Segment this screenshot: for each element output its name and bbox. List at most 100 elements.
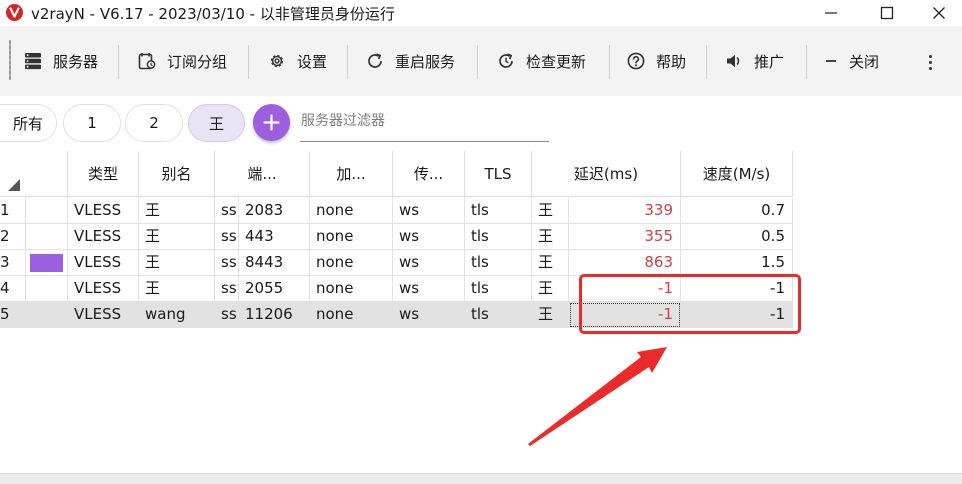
minus-icon bbox=[826, 60, 836, 62]
minimize-icon bbox=[825, 12, 837, 14]
status-bar bbox=[0, 473, 962, 484]
close-icon bbox=[933, 7, 945, 19]
promote-button[interactable]: 推广 bbox=[725, 38, 784, 84]
cell-transport: ws bbox=[393, 198, 465, 224]
cell-tls: tls bbox=[465, 198, 532, 224]
cell-ss: ss bbox=[215, 198, 239, 224]
cell-sub: 王 bbox=[532, 198, 569, 224]
cell-encryption: none bbox=[310, 198, 393, 224]
title-bar: v2rayN - V6.17 - 2023/03/10 - 以非管理员身份运行 bbox=[0, 0, 962, 26]
settings-menu-label: 设置 bbox=[297, 52, 328, 71]
column-header-tls[interactable]: TLS bbox=[465, 151, 532, 197]
cell-port: 2055 bbox=[239, 276, 310, 302]
column-header-port[interactable]: 端... bbox=[215, 151, 310, 197]
maximize-button[interactable] bbox=[864, 0, 910, 26]
column-header-alias[interactable]: 别名 bbox=[139, 151, 215, 197]
promote-label: 推广 bbox=[754, 52, 785, 71]
cell-color bbox=[26, 224, 68, 250]
toolbar: 服务器 订阅分组 设置 重启服务 检查更新 帮助 推广 关闭 bbox=[0, 26, 962, 96]
cell-speed: 0.5 bbox=[681, 224, 793, 250]
subscription-icon bbox=[138, 53, 156, 70]
cell-latency: 355 bbox=[569, 224, 681, 250]
cell-alias: 王 bbox=[139, 198, 215, 224]
cell-alias: 王 bbox=[139, 250, 215, 276]
restart-service-button[interactable]: 重启服务 bbox=[366, 38, 455, 84]
cell-color bbox=[26, 302, 68, 328]
cell-speed: 1.5 bbox=[681, 250, 793, 276]
cell-transport: ws bbox=[393, 276, 465, 302]
column-header-type[interactable]: 类型 bbox=[68, 151, 139, 197]
v2rayn-logo-icon bbox=[6, 4, 23, 21]
server-filter-input[interactable] bbox=[300, 100, 549, 142]
cell-type: VLESS bbox=[68, 250, 139, 276]
refresh-icon bbox=[368, 53, 382, 68]
cell-type: VLESS bbox=[68, 224, 139, 250]
close-menu-button[interactable]: 关闭 bbox=[824, 38, 879, 84]
cell-transport: ws bbox=[393, 250, 465, 276]
cell-port: 443 bbox=[239, 224, 310, 250]
toolbar-grip[interactable] bbox=[9, 40, 11, 80]
server-icon bbox=[25, 53, 41, 70]
settings-menu-button[interactable]: 设置 bbox=[268, 38, 327, 84]
cell-tls: tls bbox=[465, 224, 532, 250]
group-chip-1[interactable]: 1 bbox=[63, 104, 121, 142]
cell-color bbox=[26, 276, 68, 302]
plus-icon bbox=[263, 114, 280, 131]
more-options-icon[interactable] bbox=[924, 53, 936, 73]
column-header-speed[interactable]: 速度(M/s) bbox=[681, 151, 793, 197]
subscriptions-menu-button[interactable]: 订阅分组 bbox=[138, 38, 227, 84]
server-color-swatch bbox=[30, 254, 63, 272]
servers-menu-button[interactable]: 服务器 bbox=[24, 38, 98, 84]
cell-latency: 863 bbox=[569, 250, 681, 276]
update-icon bbox=[499, 53, 513, 68]
cell-speed: 0.7 bbox=[681, 198, 793, 224]
cell-no: 5 bbox=[0, 302, 26, 328]
add-group-button[interactable] bbox=[253, 104, 290, 141]
sort-corner-icon[interactable] bbox=[8, 179, 20, 191]
annotation-highlight-box bbox=[579, 274, 801, 334]
gear-icon bbox=[270, 54, 284, 68]
cell-type: VLESS bbox=[68, 302, 139, 328]
cell-encryption: none bbox=[310, 224, 393, 250]
cell-port: 8443 bbox=[239, 250, 310, 276]
restart-service-label: 重启服务 bbox=[395, 52, 456, 71]
column-header-encryption[interactable]: 加... bbox=[310, 151, 393, 197]
cell-color bbox=[26, 250, 68, 276]
cell-ss: ss bbox=[215, 302, 239, 328]
cell-tls: tls bbox=[465, 276, 532, 302]
minimize-button[interactable] bbox=[808, 0, 854, 26]
window-title: v2rayN - V6.17 - 2023/03/10 - 以非管理员身份运行 bbox=[31, 5, 395, 23]
cell-no: 2 bbox=[0, 224, 26, 250]
group-chip-wang[interactable]: 王 bbox=[188, 104, 245, 142]
cell-alias: wang bbox=[139, 302, 215, 328]
check-update-button[interactable]: 检查更新 bbox=[497, 38, 586, 84]
check-update-label: 检查更新 bbox=[526, 52, 587, 71]
cell-no: 4 bbox=[0, 276, 26, 302]
group-chip-2[interactable]: 2 bbox=[125, 104, 183, 142]
column-header-transport[interactable]: 传... bbox=[393, 151, 465, 197]
cell-tls: tls bbox=[465, 250, 532, 276]
cell-sub: 王 bbox=[532, 250, 569, 276]
help-icon bbox=[627, 52, 645, 70]
help-button[interactable]: 帮助 bbox=[627, 38, 686, 84]
column-header-latency[interactable]: 延迟(ms) bbox=[532, 151, 681, 197]
cell-sub: 王 bbox=[532, 276, 569, 302]
cell-ss: ss bbox=[215, 276, 239, 302]
server-table: 类型 别名 端... 加... 传... TLS 延迟(ms) 速度(M/s) 1 VLESS 王… bbox=[0, 151, 962, 473]
cell-alias: 王 bbox=[139, 224, 215, 250]
group-chip-all[interactable]: 所有 bbox=[0, 104, 57, 142]
cell-port: 2083 bbox=[239, 198, 310, 224]
cell-encryption: none bbox=[310, 250, 393, 276]
cell-port: 11206 bbox=[239, 302, 310, 328]
cell-sub: 王 bbox=[532, 302, 569, 328]
speaker-icon bbox=[727, 54, 740, 68]
cell-type: VLESS bbox=[68, 198, 139, 224]
help-label: 帮助 bbox=[656, 52, 687, 71]
cell-tls: tls bbox=[465, 302, 532, 328]
cell-alias: 王 bbox=[139, 276, 215, 302]
cell-ss: ss bbox=[215, 224, 239, 250]
close-window-button[interactable] bbox=[916, 0, 962, 26]
cell-encryption: none bbox=[310, 276, 393, 302]
cell-no: 1 bbox=[0, 198, 26, 224]
cell-sub: 王 bbox=[532, 224, 569, 250]
